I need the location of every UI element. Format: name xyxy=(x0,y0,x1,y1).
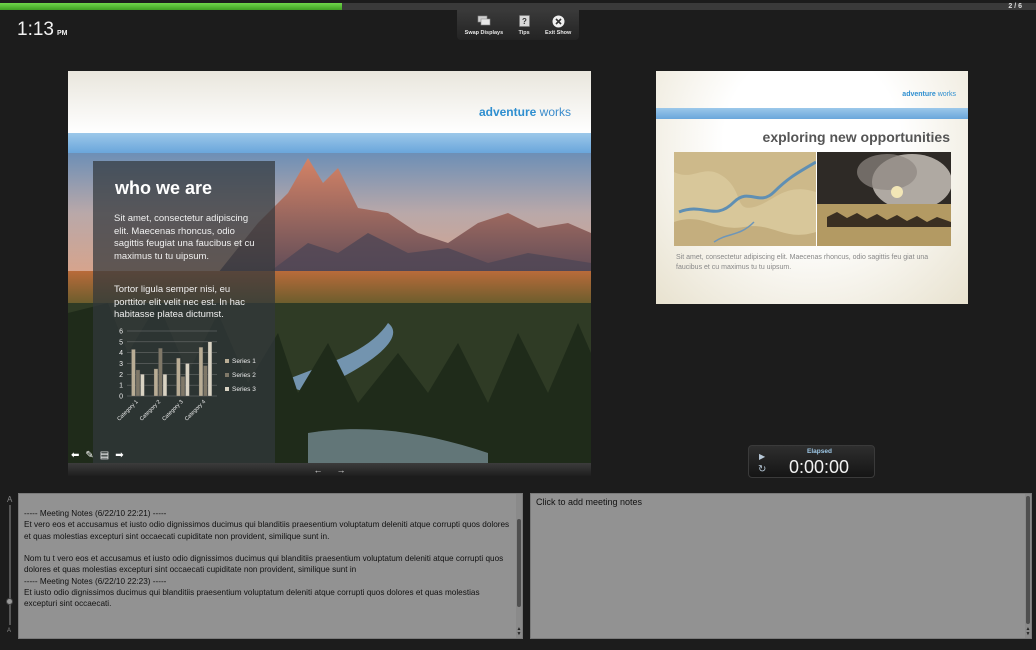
bar-2-3 xyxy=(162,374,168,397)
legend-swatch xyxy=(225,359,229,363)
next-slide-arrow-icon[interactable]: → xyxy=(337,465,346,475)
current-slide[interactable]: adventure works who we are Sit amet, con… xyxy=(68,71,591,463)
bar-1-3 xyxy=(140,374,145,397)
geyser-photo xyxy=(817,152,951,246)
legend-swatch xyxy=(225,387,229,391)
swap-displays-icon xyxy=(477,14,491,28)
y-tick-label: 1 xyxy=(119,383,123,390)
font-size-slider-knob[interactable] xyxy=(6,598,13,605)
pen-icon[interactable]: ✎ xyxy=(85,450,93,461)
presenter-toolbar: Swap Displays ? Tips Exit Show xyxy=(457,10,579,40)
slide-progress-bar xyxy=(0,3,1036,10)
font-size-slider[interactable] xyxy=(9,505,11,625)
meeting-notes-placeholder[interactable]: Click to add meeting notes xyxy=(536,497,642,507)
y-tick-label: 0 xyxy=(119,394,123,401)
slide-header: adventure works xyxy=(68,71,591,133)
slide-header-band xyxy=(68,133,591,153)
notes-scroll-thumb[interactable] xyxy=(517,519,521,607)
meeting-notes-scroll-thumb[interactable] xyxy=(1026,496,1030,624)
font-size-control: A A xyxy=(0,491,16,641)
prev-slide-arrow-icon[interactable]: ← xyxy=(314,465,323,475)
x-tick-label: Category 2 xyxy=(139,399,162,422)
who-we-are-panel: who we are Sit amet, consectetur adipisc… xyxy=(93,161,275,463)
elapsed-timer: ▶ ↻ Elapsed 0:00:00 xyxy=(748,445,875,478)
clock-ampm: PM xyxy=(56,30,68,37)
next-arrow-icon[interactable]: ➡ xyxy=(115,450,123,461)
exit-show-label: Exit Show xyxy=(545,30,572,36)
legend-swatch xyxy=(225,373,229,377)
legend-label: Series 3 xyxy=(232,386,256,393)
x-tick-label: Category 3 xyxy=(161,399,184,422)
font-size-large-label: A xyxy=(7,495,13,504)
bar-2-1 xyxy=(153,368,159,397)
tips-icon: ? xyxy=(518,14,530,28)
slide-counter: 2 / 6 xyxy=(1008,3,1022,10)
brand-logo: adventure works xyxy=(478,105,571,119)
slide-paragraph-2: Tortor ligula semper nisi, eu porttitor … xyxy=(114,284,245,320)
next-slide-brand-logo: adventure works xyxy=(902,91,956,98)
bar-1-1 xyxy=(131,349,136,397)
bar-1-2 xyxy=(135,369,141,397)
bar-chart: 0 1 2 3 4 5 6 Category 1 Category 2 Category 3 Cat… xyxy=(116,329,256,423)
y-tick-label: 3 xyxy=(119,361,123,368)
x-tick-label: Category 4 xyxy=(184,399,207,422)
next-slide-text: Sit amet, consectetur adipiscing elit. M… xyxy=(676,254,929,271)
slide-bottom-nav: ← → xyxy=(68,463,591,476)
x-tick-label: Category 1 xyxy=(116,399,139,422)
y-tick-label: 2 xyxy=(119,372,123,379)
bar-4-3 xyxy=(207,341,213,397)
bar-4-2 xyxy=(203,365,208,397)
previous-arrow-icon[interactable]: ⬅ xyxy=(71,450,79,461)
meeting-notes-scrollbar[interactable]: ▲ ▼ xyxy=(1025,494,1031,638)
svg-text:?: ? xyxy=(522,17,527,26)
presenter-notes-text[interactable]: ----- Meeting Notes (6/22/10 22:21) ----… xyxy=(24,508,514,610)
swap-displays-button[interactable]: Swap Displays xyxy=(464,14,504,36)
bar-2-2 xyxy=(158,348,163,397)
slide-progress-fill xyxy=(0,3,342,10)
meeting-notes-panel[interactable]: Click to add meeting notes ▲ ▼ xyxy=(530,493,1032,639)
bar-3-1 xyxy=(176,357,181,397)
scroll-arrows-icon[interactable]: ▲ ▼ xyxy=(516,627,522,637)
notes-scrollbar[interactable]: ▲ ▼ xyxy=(516,494,522,638)
bar-3-2 xyxy=(180,376,186,397)
tips-label: Tips xyxy=(518,30,530,36)
bar-3-3 xyxy=(185,363,190,397)
reset-icon[interactable]: ↻ xyxy=(758,464,766,475)
y-tick-label: 5 xyxy=(119,339,123,346)
slide-paragraph-1: Sit amet, consectetur adipiscing elit. M… xyxy=(114,213,255,262)
legend-label: Series 2 xyxy=(232,372,256,379)
meeting-scroll-arrows-icon[interactable]: ▲ ▼ xyxy=(1025,627,1031,637)
clock: 1:13 PM xyxy=(17,19,67,41)
close-icon xyxy=(552,14,565,28)
slide-nav-tools: ⬅ ✎ ▤ ➡ xyxy=(68,448,591,463)
presenter-notes-panel[interactable]: ----- Meeting Notes (6/22/10 22:21) ----… xyxy=(18,493,523,639)
next-slide-header-band xyxy=(656,108,968,119)
play-icon[interactable]: ▶ xyxy=(759,452,765,461)
font-size-small-label: A xyxy=(7,628,12,634)
exit-show-button[interactable]: Exit Show xyxy=(545,14,571,36)
timer-value: 0:00:00 xyxy=(789,457,850,477)
slide-title: who we are xyxy=(115,178,213,198)
y-tick-label: 6 xyxy=(119,329,123,336)
next-slide-title: exploring new opportunities xyxy=(762,129,950,145)
legend-label: Series 1 xyxy=(232,358,256,365)
presenter-view: 2 / 6 1:13 PM Swap Displays ? Tips Exit S… xyxy=(0,0,1036,650)
y-tick-label: 4 xyxy=(119,350,123,357)
clock-time: 1:13 xyxy=(17,19,54,40)
bar-4-1 xyxy=(198,347,204,397)
timer-label: Elapsed xyxy=(807,448,832,455)
tips-button[interactable]: ? Tips xyxy=(519,14,530,36)
slides-grid-icon[interactable]: ▤ xyxy=(100,450,109,461)
next-slide-preview[interactable]: adventure works exploring new opportunit… xyxy=(656,71,968,304)
map-image xyxy=(674,152,816,246)
swap-displays-label: Swap Displays xyxy=(464,30,504,36)
